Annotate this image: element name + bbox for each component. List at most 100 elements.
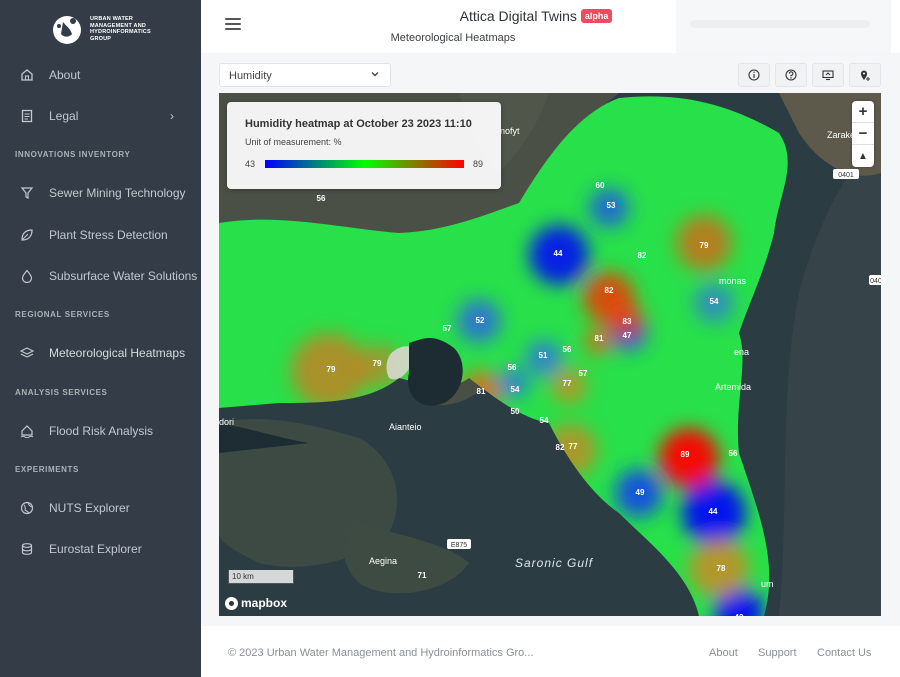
sidebar: URBAN WATER MANAGEMENT AND HYDROINFORMAT… [0,0,201,677]
footer-link-about[interactable]: About [709,647,738,659]
heatmap-value-label: 52 [476,316,485,325]
road-label-e875: E875 [451,542,467,549]
heatmap-value-label: 56 [317,194,326,203]
heatmap-value-label: 51 [539,351,548,360]
heatmap-value-label: 56 [563,345,572,354]
heatmap-value-label: 42 [735,613,744,616]
globe-icon [19,500,35,516]
info-button[interactable] [738,63,770,87]
drop-icon [19,268,35,284]
chevron-right-icon: › [170,109,174,123]
alpha-badge: alpha [580,9,613,23]
sidebar-item-legal[interactable]: Legal › [0,98,201,134]
sidebar-item-label: NUTS Explorer [49,501,130,515]
sidebar-item-meteorological-heatmaps[interactable]: Meteorological Heatmaps [0,335,201,371]
filter-icon [19,185,35,201]
mapbox-text: mapbox [241,596,288,610]
heatmap-value-label: 56 [729,449,738,458]
section-experiments: EXPERIMENTS [15,465,79,474]
sidebar-item-nuts-explorer[interactable]: NUTS Explorer [0,490,201,526]
heatmap-value-label: 57 [443,324,452,333]
heatmap-map[interactable]: 0401 E875 040 Zarake Aianteio Aegina Sar… [219,93,881,616]
hamburger-menu-icon[interactable] [225,18,241,32]
place-label: Artemida [715,382,751,392]
legend-color-bar [265,160,464,168]
mapbox-icon [225,596,238,610]
sidebar-item-label: Eurostat Explorer [49,542,142,556]
add-location-button[interactable] [849,63,881,87]
place-label: ena [734,347,749,357]
section-innovations-inventory: INNOVATIONS INVENTORY [15,150,131,159]
sidebar-item-subsurface-water[interactable]: Subsurface Water Solutions [0,258,201,294]
user-area[interactable] [676,0,891,53]
heatmap-value-label: 54 [511,385,520,394]
layers-icon [19,345,35,361]
sidebar-item-label: Plant Stress Detection [49,228,168,242]
heatmap-value-label: 81 [595,334,604,343]
home-icon [19,67,35,83]
leaf-icon [19,227,35,243]
user-placeholder [690,20,870,28]
logo-text: URBAN WATER MANAGEMENT AND HYDROINFORMAT… [90,16,151,42]
footer-link-contact[interactable]: Contact Us [817,647,871,659]
heatmap-value-label: 60 [596,181,605,190]
document-icon [19,108,35,124]
flood-home-icon [19,423,35,439]
heatmap-value-label: 82 [556,443,565,452]
variable-select-value: Humidity [229,70,272,82]
heatmap-value-label: 71 [418,571,427,580]
page-title: Attica Digital Twins alpha [371,8,701,26]
variable-select[interactable]: Humidity [219,63,391,87]
heatmap-value-label: 77 [569,442,578,451]
sidebar-item-label: About [49,68,81,82]
sidebar-item-about[interactable]: About [0,57,201,93]
footer: © 2023 Urban Water Management and Hydroi… [201,626,900,677]
map-scale: 10 km [228,570,294,584]
heatmap-value-label: 44 [709,507,718,516]
place-label: Saronic Gulf [515,556,594,570]
section-regional-services: REGIONAL SERVICES [15,310,110,319]
heatmap-value-label: 79 [327,365,336,374]
legend-title: Humidity heatmap at October 23 2023 11:1… [245,118,472,130]
sidebar-item-flood-risk[interactable]: Flood Risk Analysis [0,413,201,449]
legend-max: 89 [473,159,484,169]
compass-button[interactable]: ▲ [852,145,874,167]
heatmap-value-label: 89 [681,450,690,459]
sidebar-item-label: Meteorological Heatmaps [49,346,186,360]
database-icon [19,541,35,557]
sidebar-item-sewer-mining[interactable]: Sewer Mining Technology [0,175,201,211]
section-analysis-services: ANALYSIS SERVICES [15,388,108,397]
app-title: Attica Digital Twins [459,8,577,24]
help-icon [785,69,797,81]
help-button[interactable] [775,63,807,87]
heatmap-value-label: 54 [540,416,549,425]
zoom-in-button[interactable]: + [852,101,874,123]
mapbox-logo[interactable]: mapbox [225,596,287,610]
sidebar-item-plant-stress[interactable]: Plant Stress Detection [0,217,201,253]
heatmap-value-label: 79 [373,359,382,368]
legend-min: 43 [245,159,256,169]
add-location-icon [861,70,870,81]
chevron-down-icon [371,72,379,77]
monitor-button[interactable] [812,63,844,87]
sidebar-item-eurostat-explorer[interactable]: Eurostat Explorer [0,531,201,567]
page-subtitle: Meteorological Heatmaps [390,32,516,44]
place-label: Zarake [827,130,855,140]
footer-link-support[interactable]: Support [758,647,797,659]
place-label: Aegina [369,556,397,566]
drop-logo-icon [53,16,81,44]
road-label-040: 040 [870,278,881,285]
place-label: monas [719,276,747,286]
zoom-out-button[interactable]: − [852,123,874,145]
heatmap-value-label: 44 [554,249,563,258]
heatmap-value-label: 83 [623,317,632,326]
place-label: Aianteio [389,422,422,432]
copyright: © 2023 Urban Water Management and Hydroi… [228,647,534,659]
heatmap-value-label: 47 [623,331,632,340]
logo[interactable]: URBAN WATER MANAGEMENT AND HYDROINFORMAT… [50,10,170,48]
sidebar-item-label: Flood Risk Analysis [49,424,154,438]
heatmap-value-label: 53 [607,201,616,210]
place-label: nofyt [500,126,520,136]
heatmap-value-label: 50 [511,407,520,416]
top-header: Attica Digital Twins alpha Meteorological… [201,0,900,53]
